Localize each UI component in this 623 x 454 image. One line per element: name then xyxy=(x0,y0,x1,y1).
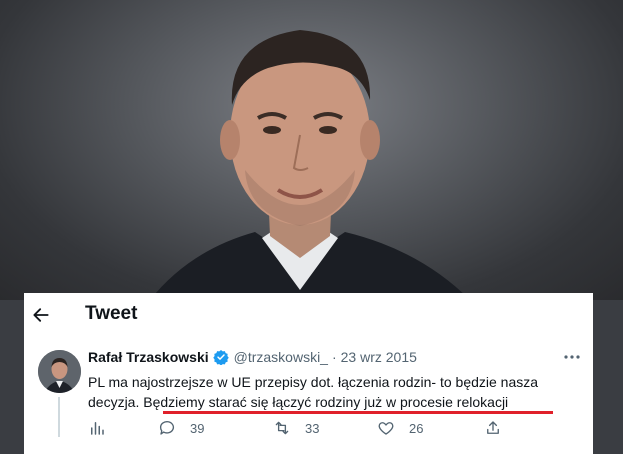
tweet-text: PL ma najostrzejsze w UE przepisy dot. ł… xyxy=(88,372,578,412)
retweet-count: 33 xyxy=(305,420,320,436)
share-icon xyxy=(487,421,499,434)
author-name[interactable]: Rafał Trzaskowski xyxy=(88,349,209,365)
page-title: Tweet xyxy=(85,303,138,324)
avatar-image xyxy=(38,350,81,393)
tweet-date[interactable]: 23 wrz 2015 xyxy=(341,349,417,365)
highlight-underline xyxy=(163,411,553,414)
reply-button[interactable]: 39 xyxy=(158,419,204,437)
analytics-icon xyxy=(91,422,104,435)
like-button[interactable]: 26 xyxy=(377,419,423,437)
thread-line xyxy=(58,397,60,437)
verified-badge-icon xyxy=(212,350,229,365)
avatar[interactable] xyxy=(38,350,81,393)
retweet-icon xyxy=(275,421,289,435)
tweet-meta: Rafał Trzaskowski @trzaskowski_ · 23 wrz… xyxy=(88,349,417,365)
share-button[interactable] xyxy=(484,419,502,437)
portrait-illustration xyxy=(150,30,470,300)
like-count: 26 xyxy=(409,420,424,436)
tweet-card: Tweet Rafał Trzaskowski @trzaskowski_ · … xyxy=(24,293,593,454)
like-icon xyxy=(378,422,394,435)
more-icon[interactable] xyxy=(563,352,581,362)
reply-count: 39 xyxy=(190,420,205,436)
tweet-text-part2: Będziemy starać się łączyć rodziny już w… xyxy=(143,394,509,410)
retweet-button[interactable]: 33 xyxy=(273,419,319,437)
tweet-header: Tweet xyxy=(24,293,593,337)
tweet-actions: 39 33 26 xyxy=(88,419,518,441)
meta-separator: · xyxy=(331,349,337,365)
back-arrow-icon[interactable] xyxy=(31,305,51,325)
analytics-button[interactable] xyxy=(88,419,106,437)
portrait-photo xyxy=(0,0,623,300)
author-handle[interactable]: @trzaskowski_ xyxy=(234,349,328,365)
reply-icon xyxy=(159,420,174,435)
